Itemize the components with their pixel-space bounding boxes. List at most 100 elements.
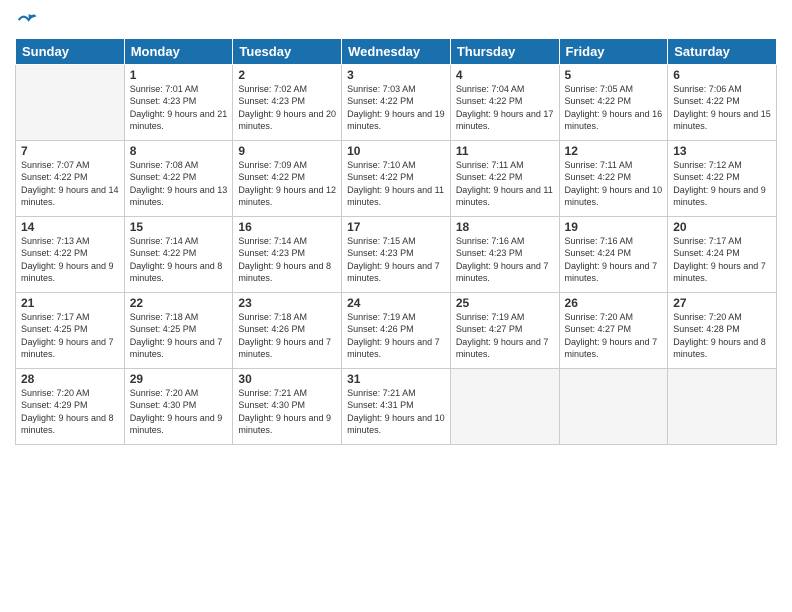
day-info: Sunrise: 7:01 AMSunset: 4:23 PMDaylight:… [130, 83, 228, 132]
calendar-week-2: 14Sunrise: 7:13 AMSunset: 4:22 PMDayligh… [16, 217, 777, 293]
day-number: 12 [565, 144, 663, 158]
weekday-header-friday: Friday [559, 39, 668, 65]
day-info: Sunrise: 7:06 AMSunset: 4:22 PMDaylight:… [673, 83, 771, 132]
day-info: Sunrise: 7:09 AMSunset: 4:22 PMDaylight:… [238, 159, 336, 208]
day-number: 6 [673, 68, 771, 82]
calendar-cell [16, 65, 125, 141]
calendar-cell: 12Sunrise: 7:11 AMSunset: 4:22 PMDayligh… [559, 141, 668, 217]
day-info: Sunrise: 7:12 AMSunset: 4:22 PMDaylight:… [673, 159, 771, 208]
page-container: SundayMondayTuesdayWednesdayThursdayFrid… [0, 0, 792, 612]
day-number: 15 [130, 220, 228, 234]
day-info: Sunrise: 7:21 AMSunset: 4:31 PMDaylight:… [347, 387, 445, 436]
weekday-header-monday: Monday [124, 39, 233, 65]
logo-text [15, 10, 37, 30]
day-number: 19 [565, 220, 663, 234]
day-number: 31 [347, 372, 445, 386]
calendar-week-1: 7Sunrise: 7:07 AMSunset: 4:22 PMDaylight… [16, 141, 777, 217]
weekday-header-row: SundayMondayTuesdayWednesdayThursdayFrid… [16, 39, 777, 65]
calendar-cell: 27Sunrise: 7:20 AMSunset: 4:28 PMDayligh… [668, 293, 777, 369]
weekday-header-saturday: Saturday [668, 39, 777, 65]
day-info: Sunrise: 7:20 AMSunset: 4:29 PMDaylight:… [21, 387, 119, 436]
day-number: 17 [347, 220, 445, 234]
day-number: 4 [456, 68, 554, 82]
calendar-cell [450, 369, 559, 445]
calendar-cell: 21Sunrise: 7:17 AMSunset: 4:25 PMDayligh… [16, 293, 125, 369]
calendar-week-4: 28Sunrise: 7:20 AMSunset: 4:29 PMDayligh… [16, 369, 777, 445]
calendar-cell: 29Sunrise: 7:20 AMSunset: 4:30 PMDayligh… [124, 369, 233, 445]
calendar-cell: 24Sunrise: 7:19 AMSunset: 4:26 PMDayligh… [342, 293, 451, 369]
calendar-cell: 15Sunrise: 7:14 AMSunset: 4:22 PMDayligh… [124, 217, 233, 293]
calendar-cell: 22Sunrise: 7:18 AMSunset: 4:25 PMDayligh… [124, 293, 233, 369]
day-info: Sunrise: 7:02 AMSunset: 4:23 PMDaylight:… [238, 83, 336, 132]
logo [15, 10, 37, 30]
calendar-cell: 17Sunrise: 7:15 AMSunset: 4:23 PMDayligh… [342, 217, 451, 293]
calendar-cell: 2Sunrise: 7:02 AMSunset: 4:23 PMDaylight… [233, 65, 342, 141]
day-number: 22 [130, 296, 228, 310]
day-number: 23 [238, 296, 336, 310]
day-info: Sunrise: 7:05 AMSunset: 4:22 PMDaylight:… [565, 83, 663, 132]
calendar-cell: 10Sunrise: 7:10 AMSunset: 4:22 PMDayligh… [342, 141, 451, 217]
header [15, 10, 777, 30]
day-info: Sunrise: 7:16 AMSunset: 4:23 PMDaylight:… [456, 235, 554, 284]
day-info: Sunrise: 7:14 AMSunset: 4:23 PMDaylight:… [238, 235, 336, 284]
weekday-header-thursday: Thursday [450, 39, 559, 65]
calendar-cell: 14Sunrise: 7:13 AMSunset: 4:22 PMDayligh… [16, 217, 125, 293]
day-number: 27 [673, 296, 771, 310]
calendar-week-0: 1Sunrise: 7:01 AMSunset: 4:23 PMDaylight… [16, 65, 777, 141]
weekday-header-wednesday: Wednesday [342, 39, 451, 65]
day-number: 16 [238, 220, 336, 234]
day-info: Sunrise: 7:04 AMSunset: 4:22 PMDaylight:… [456, 83, 554, 132]
day-info: Sunrise: 7:20 AMSunset: 4:28 PMDaylight:… [673, 311, 771, 360]
day-number: 3 [347, 68, 445, 82]
weekday-header-sunday: Sunday [16, 39, 125, 65]
day-number: 14 [21, 220, 119, 234]
day-info: Sunrise: 7:21 AMSunset: 4:30 PMDaylight:… [238, 387, 336, 436]
calendar-cell: 6Sunrise: 7:06 AMSunset: 4:22 PMDaylight… [668, 65, 777, 141]
day-info: Sunrise: 7:13 AMSunset: 4:22 PMDaylight:… [21, 235, 119, 284]
day-info: Sunrise: 7:10 AMSunset: 4:22 PMDaylight:… [347, 159, 445, 208]
calendar-cell [668, 369, 777, 445]
day-number: 24 [347, 296, 445, 310]
calendar-cell [559, 369, 668, 445]
day-info: Sunrise: 7:20 AMSunset: 4:27 PMDaylight:… [565, 311, 663, 360]
day-number: 18 [456, 220, 554, 234]
day-info: Sunrise: 7:08 AMSunset: 4:22 PMDaylight:… [130, 159, 228, 208]
calendar-cell: 30Sunrise: 7:21 AMSunset: 4:30 PMDayligh… [233, 369, 342, 445]
calendar-cell: 3Sunrise: 7:03 AMSunset: 4:22 PMDaylight… [342, 65, 451, 141]
day-info: Sunrise: 7:11 AMSunset: 4:22 PMDaylight:… [565, 159, 663, 208]
calendar-cell: 7Sunrise: 7:07 AMSunset: 4:22 PMDaylight… [16, 141, 125, 217]
day-info: Sunrise: 7:19 AMSunset: 4:27 PMDaylight:… [456, 311, 554, 360]
calendar-cell: 8Sunrise: 7:08 AMSunset: 4:22 PMDaylight… [124, 141, 233, 217]
calendar-cell: 1Sunrise: 7:01 AMSunset: 4:23 PMDaylight… [124, 65, 233, 141]
calendar-cell: 11Sunrise: 7:11 AMSunset: 4:22 PMDayligh… [450, 141, 559, 217]
day-info: Sunrise: 7:19 AMSunset: 4:26 PMDaylight:… [347, 311, 445, 360]
day-info: Sunrise: 7:16 AMSunset: 4:24 PMDaylight:… [565, 235, 663, 284]
day-info: Sunrise: 7:03 AMSunset: 4:22 PMDaylight:… [347, 83, 445, 132]
day-number: 26 [565, 296, 663, 310]
calendar-week-3: 21Sunrise: 7:17 AMSunset: 4:25 PMDayligh… [16, 293, 777, 369]
day-info: Sunrise: 7:20 AMSunset: 4:30 PMDaylight:… [130, 387, 228, 436]
day-info: Sunrise: 7:18 AMSunset: 4:25 PMDaylight:… [130, 311, 228, 360]
calendar-cell: 18Sunrise: 7:16 AMSunset: 4:23 PMDayligh… [450, 217, 559, 293]
calendar-cell: 23Sunrise: 7:18 AMSunset: 4:26 PMDayligh… [233, 293, 342, 369]
day-number: 28 [21, 372, 119, 386]
day-info: Sunrise: 7:15 AMSunset: 4:23 PMDaylight:… [347, 235, 445, 284]
day-number: 8 [130, 144, 228, 158]
day-info: Sunrise: 7:18 AMSunset: 4:26 PMDaylight:… [238, 311, 336, 360]
calendar-cell: 16Sunrise: 7:14 AMSunset: 4:23 PMDayligh… [233, 217, 342, 293]
day-number: 20 [673, 220, 771, 234]
day-info: Sunrise: 7:17 AMSunset: 4:24 PMDaylight:… [673, 235, 771, 284]
day-number: 9 [238, 144, 336, 158]
day-number: 7 [21, 144, 119, 158]
day-number: 13 [673, 144, 771, 158]
calendar-table: SundayMondayTuesdayWednesdayThursdayFrid… [15, 38, 777, 445]
day-number: 29 [130, 372, 228, 386]
calendar-cell: 28Sunrise: 7:20 AMSunset: 4:29 PMDayligh… [16, 369, 125, 445]
day-number: 11 [456, 144, 554, 158]
day-info: Sunrise: 7:14 AMSunset: 4:22 PMDaylight:… [130, 235, 228, 284]
calendar-cell: 25Sunrise: 7:19 AMSunset: 4:27 PMDayligh… [450, 293, 559, 369]
calendar-cell: 26Sunrise: 7:20 AMSunset: 4:27 PMDayligh… [559, 293, 668, 369]
calendar-cell: 9Sunrise: 7:09 AMSunset: 4:22 PMDaylight… [233, 141, 342, 217]
calendar-cell: 4Sunrise: 7:04 AMSunset: 4:22 PMDaylight… [450, 65, 559, 141]
day-number: 1 [130, 68, 228, 82]
